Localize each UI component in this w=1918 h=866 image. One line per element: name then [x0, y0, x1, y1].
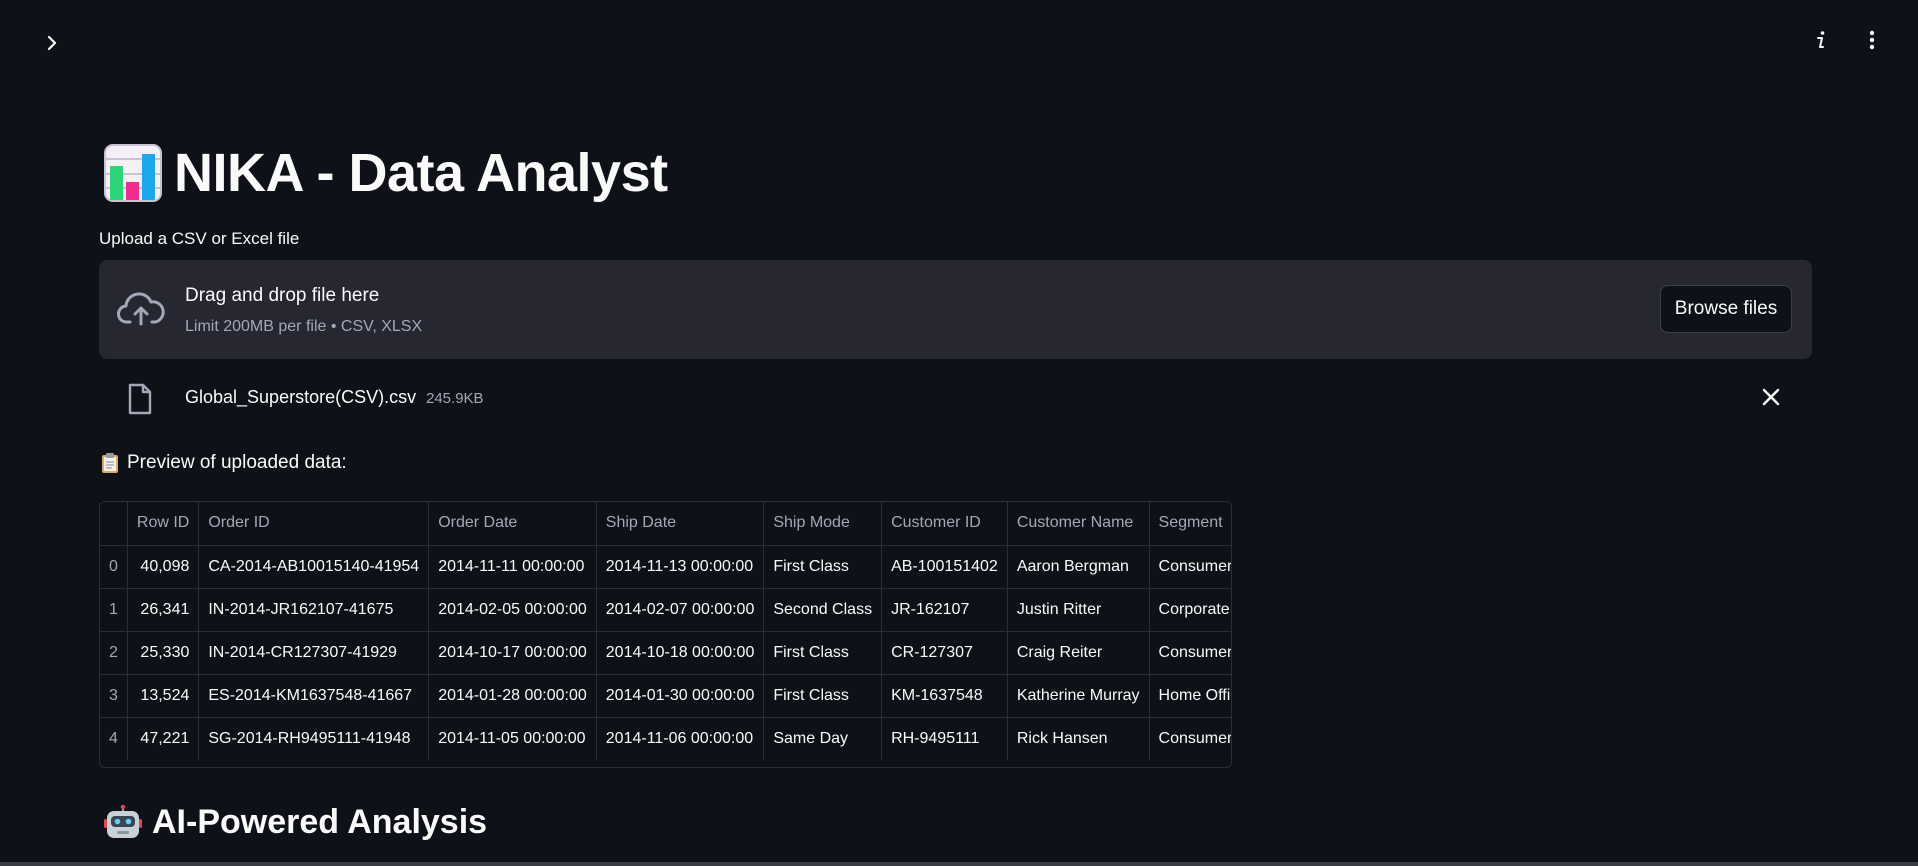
table-cell[interactable]: AB-100151402	[881, 545, 1008, 589]
upload-label: Upload a CSV or Excel file	[99, 229, 300, 248]
table-header-row: Row ID Order ID Order Date Ship Date Shi…	[100, 502, 1231, 546]
table-cell[interactable]: 2014-11-06 00:00:00	[596, 717, 765, 760]
table-cell[interactable]: Consumer	[1149, 717, 1231, 760]
table-cell[interactable]: 25,330	[127, 631, 200, 675]
table-cell[interactable]: 2014-02-07 00:00:00	[596, 588, 765, 632]
column-header-customer-name[interactable]: Customer Name	[1007, 502, 1150, 546]
table-cell[interactable]: Consumer	[1149, 545, 1231, 589]
table-cell[interactable]: Justin Ritter	[1007, 588, 1150, 632]
analysis-heading: AI-Powered Analysis	[104, 803, 487, 842]
table-cell[interactable]: 2014-01-28 00:00:00	[428, 674, 597, 718]
table-cell[interactable]: First Class	[763, 674, 883, 718]
table-row: 2 25,330 IN-2014-CR127307-41929 2014-10-…	[100, 631, 1231, 675]
table-cell[interactable]: 26,341	[127, 588, 200, 632]
table-cell[interactable]: Consumer	[1149, 631, 1231, 675]
table-cell[interactable]: JR-162107	[881, 588, 1008, 632]
app-title: NIKA - Data Analyst	[174, 143, 668, 203]
uploaded-file-row: Global_Superstore(CSV).csv 245.9KB	[99, 375, 1812, 423]
chevron-right-icon	[47, 35, 57, 51]
uploaded-file-size: 245.9KB	[426, 390, 484, 407]
expand-sidebar-button[interactable]	[36, 27, 68, 59]
table-row: 1 26,341 IN-2014-JR162107-41675 2014-02-…	[100, 588, 1231, 632]
table-cell[interactable]: ES-2014-KM1637548-41667	[198, 674, 430, 718]
table-cell[interactable]: 4	[100, 717, 128, 760]
table-cell[interactable]: 2014-10-18 00:00:00	[596, 631, 765, 675]
column-header-order-id[interactable]: Order ID	[198, 502, 430, 546]
table-cell[interactable]: Corporate	[1149, 588, 1231, 632]
table-row: 4 47,221 SG-2014-RH9495111-41948 2014-11…	[100, 717, 1231, 760]
table-cell[interactable]: Home Office	[1149, 674, 1231, 718]
kebab-menu-icon	[1869, 30, 1875, 50]
table-cell[interactable]: 3	[100, 674, 128, 718]
column-header-ship-date[interactable]: Ship Date	[596, 502, 765, 546]
dataframe: Row ID Order ID Order Date Ship Date Shi…	[100, 502, 1231, 760]
table-cell[interactable]: 0	[100, 545, 128, 589]
data-preview-table[interactable]: Row ID Order ID Order Date Ship Date Shi…	[99, 501, 1232, 768]
dropzone-limit: Limit 200MB per file • CSV, XLSX	[185, 318, 423, 335]
page-title: NIKA - Data Analyst	[104, 138, 668, 208]
table-cell[interactable]: SG-2014-RH9495111-41948	[198, 717, 430, 760]
table-cell[interactable]: IN-2014-JR162107-41675	[198, 588, 430, 632]
table-cell[interactable]: Second Class	[763, 588, 883, 632]
table-cell[interactable]: 2014-01-30 00:00:00	[596, 674, 765, 718]
preview-heading: Preview of uploaded data:	[101, 452, 347, 474]
table-cell[interactable]: First Class	[763, 631, 883, 675]
robot-icon	[104, 804, 142, 838]
table-cell[interactable]: 1	[100, 588, 128, 632]
table-cell[interactable]: Katherine Murray	[1007, 674, 1150, 718]
table-cell[interactable]: 13,524	[127, 674, 200, 718]
table-cell[interactable]: 2014-11-13 00:00:00	[596, 545, 765, 589]
table-cell[interactable]: 2014-02-05 00:00:00	[428, 588, 597, 632]
table-cell[interactable]: Aaron Bergman	[1007, 545, 1150, 589]
table-cell[interactable]: Rick Hansen	[1007, 717, 1150, 760]
close-icon[interactable]	[1762, 388, 1780, 406]
bottom-divider	[0, 862, 1918, 866]
table-row: 3 13,524 ES-2014-KM1637548-41667 2014-01…	[100, 674, 1231, 718]
info-button[interactable]	[1805, 24, 1837, 56]
table-cell[interactable]: RH-9495111	[881, 717, 1008, 760]
info-icon	[1817, 31, 1825, 48]
table-cell[interactable]: 2014-11-05 00:00:00	[428, 717, 597, 760]
column-header-order-date[interactable]: Order Date	[428, 502, 597, 546]
clipboard-icon	[102, 453, 118, 473]
column-header-index[interactable]	[100, 502, 128, 546]
table-cell[interactable]: First Class	[763, 545, 883, 589]
column-header-segment[interactable]: Segment	[1149, 502, 1231, 546]
table-cell[interactable]: CR-127307	[881, 631, 1008, 675]
table-cell[interactable]: 2014-10-17 00:00:00	[428, 631, 597, 675]
table-cell[interactable]: CA-2014-AB10015140-41954	[198, 545, 430, 589]
bar-chart-icon	[104, 144, 162, 202]
browse-files-button[interactable]: Browse files	[1660, 285, 1792, 333]
table-cell[interactable]: 40,098	[127, 545, 200, 589]
column-header-row-id[interactable]: Row ID	[127, 502, 200, 546]
table-cell[interactable]: IN-2014-CR127307-41929	[198, 631, 430, 675]
main-menu-button[interactable]	[1856, 24, 1888, 56]
file-dropzone[interactable]: Drag and drop file here Limit 200MB per …	[99, 260, 1812, 359]
analysis-heading-text: AI-Powered Analysis	[152, 803, 488, 841]
preview-heading-text: Preview of uploaded data:	[127, 452, 347, 473]
cloud-upload-icon	[117, 292, 165, 326]
table-cell[interactable]: KM-1637548	[881, 674, 1008, 718]
column-header-customer-id[interactable]: Customer ID	[881, 502, 1008, 546]
table-cell[interactable]: 47,221	[127, 717, 200, 760]
column-header-ship-mode[interactable]: Ship Mode	[763, 502, 883, 546]
table-cell[interactable]: Craig Reiter	[1007, 631, 1150, 675]
file-icon	[128, 383, 152, 415]
table-row: 0 40,098 CA-2014-AB10015140-41954 2014-1…	[100, 545, 1231, 589]
uploaded-file-name: Global_Superstore(CSV).csv	[185, 387, 417, 407]
table-cell[interactable]: 2	[100, 631, 128, 675]
table-cell[interactable]: 2014-11-11 00:00:00	[428, 545, 597, 589]
dropzone-instructions: Drag and drop file here	[185, 285, 380, 306]
table-cell[interactable]: Same Day	[763, 717, 883, 760]
